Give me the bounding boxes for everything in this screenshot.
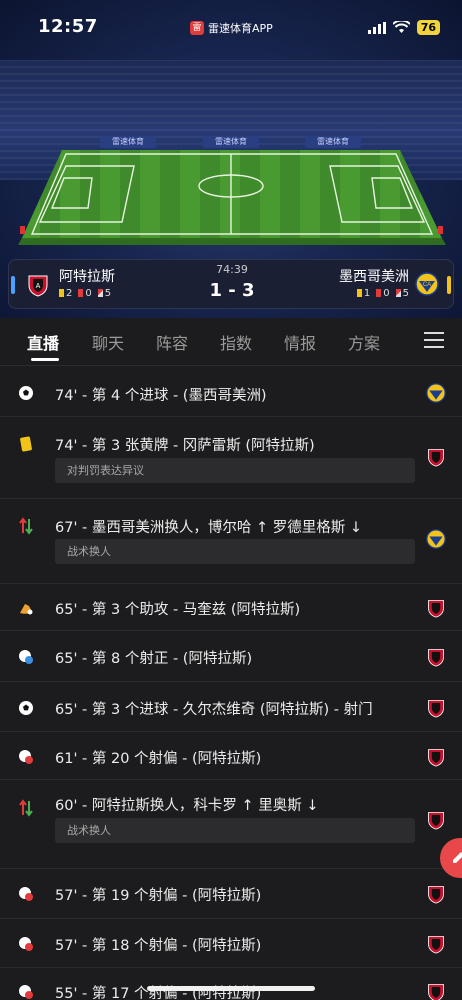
tab-lineup[interactable]: 阵容 [156, 330, 188, 354]
home-team-logo [426, 982, 446, 1000]
event-note: 战术换人 [55, 818, 415, 843]
tab-chat[interactable]: 聊天 [92, 330, 124, 354]
tab-bar: 直播 聊天 阵容 指数 情报 方案 [0, 318, 462, 366]
goal-icon [18, 700, 34, 716]
away-team-color-bar [447, 276, 451, 294]
app-logo-icon: 雷 [190, 21, 204, 35]
menu-icon[interactable] [424, 332, 444, 348]
app-name-label: 雷 雷速体育APP [190, 20, 273, 36]
event-row: 57' - 第 18 个射偏 - (阿特拉斯) [0, 919, 462, 968]
away-team-name: 墨西哥美洲 [339, 269, 409, 285]
event-row: 65' - 第 3 个助攻 - 马奎兹 (阿特拉斯) [0, 584, 462, 631]
tab-plans[interactable]: 方案 [348, 330, 380, 354]
away-red-cards: 0 [376, 288, 390, 299]
tab-odds[interactable]: 指数 [220, 330, 252, 354]
away-team-logo: CA [415, 272, 439, 296]
event-row: 65' - 第 8 个射正 - (阿特拉斯) [0, 631, 462, 682]
away-yellow-cards: 1 [356, 288, 370, 299]
svg-text:CA: CA [423, 282, 431, 288]
tab-live[interactable]: 直播 [27, 330, 59, 354]
event-text: 60' - 阿特拉斯换人，科卡罗 ↑ 里奥斯 ↓ [55, 798, 319, 814]
home-team-logo [426, 934, 446, 954]
wifi-icon [392, 21, 410, 33]
signal-icon [367, 21, 386, 34]
away-team-stats: 1 0 5 [356, 288, 409, 299]
event-text: 74' - 第 4 个进球 - (墨西哥美洲) [55, 388, 267, 404]
event-text: 65' - 第 3 个进球 - 久尔杰维奇 (阿特拉斯) - 射门 [55, 702, 373, 718]
scoreboard: A 阿特拉斯 2 0 5 74:39 1 - 3 墨西哥美洲 1 0 5 CA [8, 259, 454, 309]
battery-indicator: 76 [416, 20, 440, 35]
home-team-logo [426, 698, 446, 718]
yellow-card-icon [18, 436, 34, 452]
shot-off-target-icon [18, 749, 34, 765]
pencil-icon [453, 852, 462, 863]
status-time: 12:57 [38, 16, 98, 37]
app-name-text: 雷速体育APP [208, 22, 273, 35]
event-text: 65' - 第 8 个射正 - (阿特拉斯) [55, 651, 253, 667]
shot-on-target-icon [18, 649, 34, 665]
home-team-logo [426, 747, 446, 767]
home-team-logo [426, 647, 446, 667]
event-text: 57' - 第 19 个射偏 - (阿特拉斯) [55, 888, 262, 904]
home-team-logo [426, 598, 446, 618]
event-row: 74' - 第 4 个进球 - (墨西哥美洲) [0, 366, 462, 417]
home-team-logo [426, 884, 446, 904]
home-team-logo [426, 447, 446, 467]
system-icons: 76 [367, 20, 440, 35]
shot-off-target-icon [18, 936, 34, 952]
tab-intel[interactable]: 情报 [284, 330, 316, 354]
goal-icon [18, 385, 34, 401]
home-team-logo [426, 810, 446, 830]
tab-active-indicator [31, 358, 59, 361]
event-text: 74' - 第 3 张黄牌 - 冈萨雷斯 (阿特拉斯) [55, 438, 315, 454]
event-row: 61' - 第 20 个射偏 - (阿特拉斯) [0, 732, 462, 780]
event-note: 战术换人 [55, 539, 415, 564]
event-text: 61' - 第 20 个射偏 - (阿特拉斯) [55, 751, 262, 767]
shot-off-target-icon [18, 886, 34, 902]
event-row: 65' - 第 3 个进球 - 久尔杰维奇 (阿特拉斯) - 射门 [0, 682, 462, 732]
event-row: 60' - 阿特拉斯换人，科卡罗 ↑ 里奥斯 ↓ 战术换人 [0, 780, 462, 869]
event-text: 57' - 第 18 个射偏 - (阿特拉斯) [55, 938, 262, 954]
away-corners: 5 [395, 288, 409, 299]
event-text: 67' - 墨西哥美洲换人，博尔哈 ↑ 罗德里格斯 ↓ [55, 520, 363, 536]
substitution-icon [18, 799, 34, 817]
assist-icon [18, 600, 34, 616]
event-text: 55' - 第 17 个射偏 - (阿特拉斯) [55, 986, 262, 1000]
substitution-icon [18, 517, 34, 535]
home-indicator[interactable] [147, 986, 315, 991]
away-team-logo [426, 529, 446, 549]
event-note: 对判罚表达异议 [55, 458, 415, 483]
away-team-logo [426, 383, 446, 403]
status-bar: 12:57 雷 雷速体育APP 76 [0, 0, 462, 44]
event-text: 65' - 第 3 个助攻 - 马奎兹 (阿特拉斯) [55, 602, 301, 618]
event-row: 74' - 第 3 张黄牌 - 冈萨雷斯 (阿特拉斯) 对判罚表达异议 [0, 417, 462, 499]
shot-off-target-icon [18, 984, 34, 1000]
event-row: 55' - 第 17 个射偏 - (阿特拉斯) [0, 968, 462, 1000]
event-row: 57' - 第 19 个射偏 - (阿特拉斯) [0, 869, 462, 919]
event-row: 67' - 墨西哥美洲换人，博尔哈 ↑ 罗德里格斯 ↓ 战术换人 [0, 499, 462, 584]
